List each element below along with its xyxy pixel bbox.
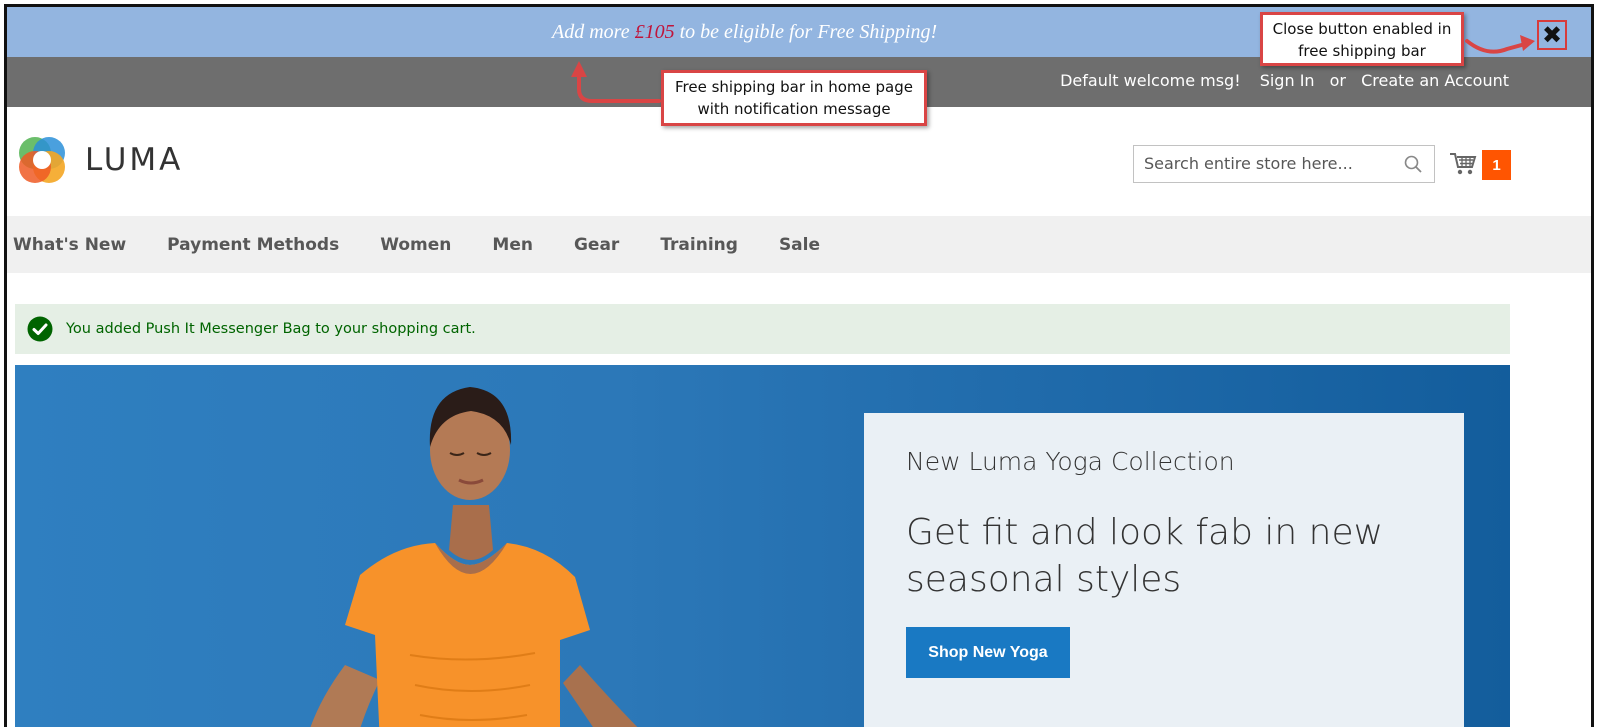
nav-item-gear[interactable]: Gear — [574, 235, 619, 255]
shipping-message-suffix: to be eligible for Free Shipping! — [674, 21, 938, 43]
header-links: Default welcome msg! Sign In or Create a… — [1054, 71, 1509, 90]
shipping-message-prefix: Add more — [552, 21, 635, 43]
sign-in-link[interactable]: Sign In — [1260, 71, 1315, 90]
or-separator: or — [1329, 71, 1347, 90]
logo-text: LUMA — [85, 142, 184, 178]
hero-image — [310, 387, 638, 727]
success-message-text: You added Push It Messenger Bag to your … — [66, 321, 476, 337]
close-shipping-bar-button[interactable]: ✖ — [1537, 20, 1567, 50]
logo[interactable]: LUMA — [15, 133, 183, 187]
search-input[interactable] — [1144, 146, 1394, 180]
main-navigation: What's New Payment Methods Women Men Gea… — [7, 216, 1591, 273]
success-message: You added Push It Messenger Bag to your … — [15, 304, 1510, 354]
search-box — [1133, 145, 1435, 183]
close-button-callout: Close button enabled in free shipping ba… — [1260, 12, 1464, 66]
minicart[interactable]: 1 — [1449, 149, 1511, 181]
promo-subtitle: New Luma Yoga Collection — [906, 447, 1235, 476]
check-circle-icon — [27, 316, 53, 342]
shipping-bar-callout: Free shipping bar in home page with noti… — [661, 70, 927, 126]
search-icon[interactable] — [1404, 155, 1422, 173]
luma-logo-icon — [19, 137, 65, 183]
cart-icon — [1450, 153, 1477, 175]
close-icon: ✖ — [1541, 21, 1563, 49]
shop-new-yoga-button[interactable]: Shop New Yoga — [906, 627, 1070, 678]
welcome-message: Default welcome msg! — [1060, 71, 1241, 90]
nav-item-sale[interactable]: Sale — [779, 235, 820, 255]
create-account-link[interactable]: Create an Account — [1361, 71, 1509, 90]
promo-block: New Luma Yoga Collection Get fit and loo… — [864, 413, 1464, 727]
nav-item-payment-methods[interactable]: Payment Methods — [167, 235, 339, 255]
nav-item-men[interactable]: Men — [492, 235, 533, 255]
cart-count-badge: 1 — [1482, 150, 1511, 180]
free-shipping-message: Add more £105 to be eligible for Free Sh… — [552, 21, 937, 44]
nav-item-women[interactable]: Women — [380, 235, 451, 255]
promo-title: Get fit and look fab in new seasonal sty… — [906, 512, 1384, 600]
nav-item-training[interactable]: Training — [660, 235, 738, 255]
hero-banner[interactable]: New Luma Yoga Collection Get fit and loo… — [15, 365, 1510, 727]
nav-item-whats-new[interactable]: What's New — [13, 235, 126, 255]
page-frame: Add more £105 to be eligible for Free Sh… — [4, 4, 1594, 727]
shipping-amount: £105 — [634, 21, 675, 43]
